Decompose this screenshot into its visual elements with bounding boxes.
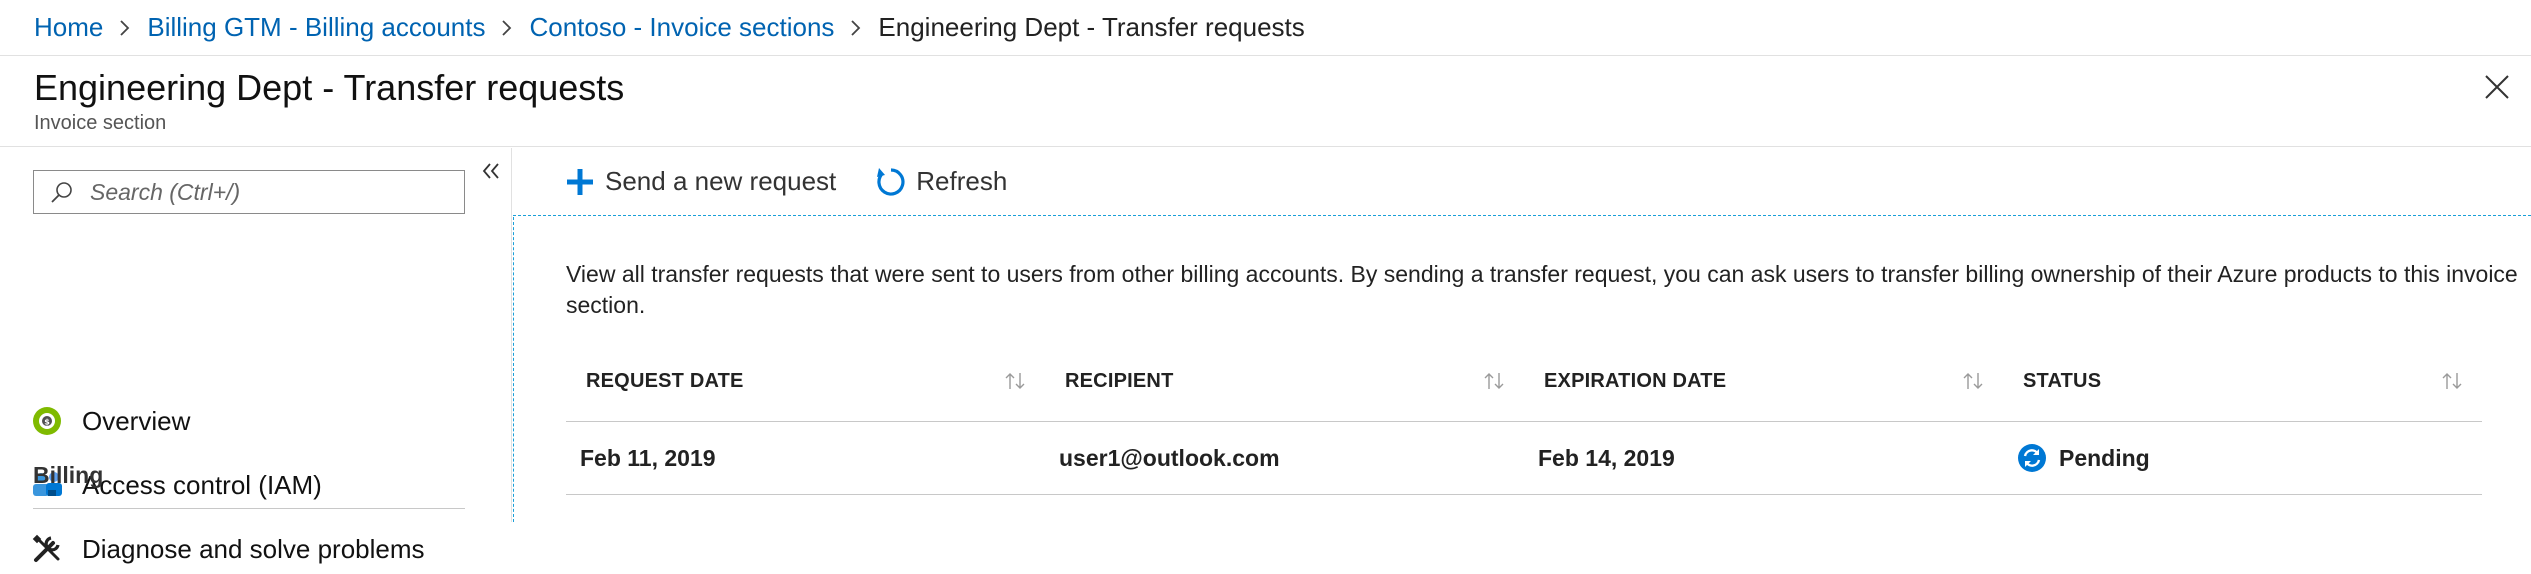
sort-icon[interactable] [2440,370,2464,392]
collapse-nav-button[interactable] [476,156,506,186]
send-new-request-button[interactable]: Send a new request [563,165,836,199]
cell-recipient: user1@outlook.com [1059,444,1280,471]
table-row[interactable]: Feb 11, 2019 user1@outlook.com Feb 14, 2… [566,422,2482,495]
sidebar-section-heading: Billing [33,462,104,488]
sidebar-item-label: Diagnose and solve problems [82,533,425,564]
description-text: View all transfer requests that were sen… [566,261,2518,318]
plus-icon [563,165,597,199]
column-header-request-date[interactable]: REQUEST DATE [566,341,1045,421]
breadcrumb-billing-accounts[interactable]: Billing GTM - Billing accounts [147,12,485,43]
column-header-expiration-date[interactable]: EXPIRATION DATE [1524,341,2003,421]
sort-icon[interactable] [1003,370,1027,392]
command-bar: Send a new request Refresh [513,148,2531,216]
main-content: View all transfer requests that were sen… [513,217,2531,522]
page-title: Engineering Dept - Transfer requests [34,67,625,108]
svg-text:$: $ [44,418,50,427]
overview-icon: $ [30,404,64,438]
breadcrumb: Home Billing GTM - Billing accounts Cont… [0,0,2531,56]
transfer-requests-table: REQUEST DATE RECIPIENT EXPIRATION DATE S… [566,341,2482,495]
status-text: Pending [2059,444,2150,471]
column-header-recipient[interactable]: RECIPIENT [1045,341,1524,421]
double-chevron-left-icon [481,162,501,180]
refresh-icon [874,165,908,199]
sidebar-item-label: Access control (IAM) [82,469,322,500]
cell-status: Pending [2003,443,2482,473]
page-subtitle: Invoice section [34,112,167,134]
search-field[interactable] [33,170,465,214]
breadcrumb-invoice-sections[interactable]: Contoso - Invoice sections [529,12,834,43]
chevron-right-icon [834,19,878,37]
cell-expiration-date: Feb 14, 2019 [1538,444,1675,471]
chevron-right-icon [485,19,529,37]
close-button[interactable] [2477,67,2517,107]
sidebar-item-overview[interactable]: $ Overview [30,396,470,446]
search-icon [34,179,90,205]
sidebar-item-label: Overview [82,405,191,436]
table-header: REQUEST DATE RECIPIENT EXPIRATION DATE S… [566,341,2482,422]
send-new-request-label: Send a new request [605,166,837,196]
sort-icon[interactable] [1482,370,1506,392]
breadcrumb-home[interactable]: Home [34,12,103,43]
wrench-icon [30,532,64,566]
pending-sync-icon [2017,443,2047,473]
sort-icon[interactable] [1961,370,1985,392]
cell-request-date: Feb 11, 2019 [580,444,716,471]
chevron-right-icon [103,19,147,37]
column-header-status[interactable]: STATUS [2003,341,2482,421]
refresh-label: Refresh [916,166,1008,196]
breadcrumb-current: Engineering Dept - Transfer requests [878,12,1305,42]
refresh-button[interactable]: Refresh [874,165,1007,199]
sidebar-item-diagnose[interactable]: Diagnose and solve problems [30,524,470,574]
left-nav: $ Overview Access control (IAM) D [0,148,512,564]
search-input[interactable] [90,178,450,206]
close-icon [2484,74,2510,100]
divider [33,508,465,509]
blade-header: Engineering Dept - Transfer requests Inv… [0,57,2531,147]
